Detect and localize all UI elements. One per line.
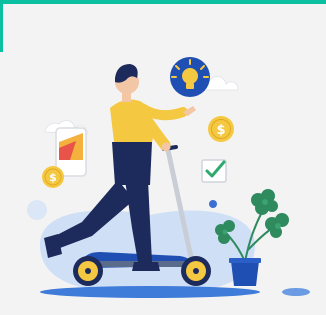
- phone-chart-icon: [55, 127, 87, 177]
- checkmark-icon: [201, 159, 227, 183]
- dollar-coin-icon: $: [208, 116, 234, 142]
- svg-text:$: $: [216, 123, 225, 138]
- svg-text:$: $: [49, 171, 57, 184]
- ground-shadow-small: [282, 288, 310, 296]
- lightbulb-icon: [170, 57, 210, 97]
- dollar-coin-icon: $: [42, 166, 64, 188]
- ground-shadow: [40, 286, 260, 298]
- scooter-illustration: $ $: [27, 57, 310, 298]
